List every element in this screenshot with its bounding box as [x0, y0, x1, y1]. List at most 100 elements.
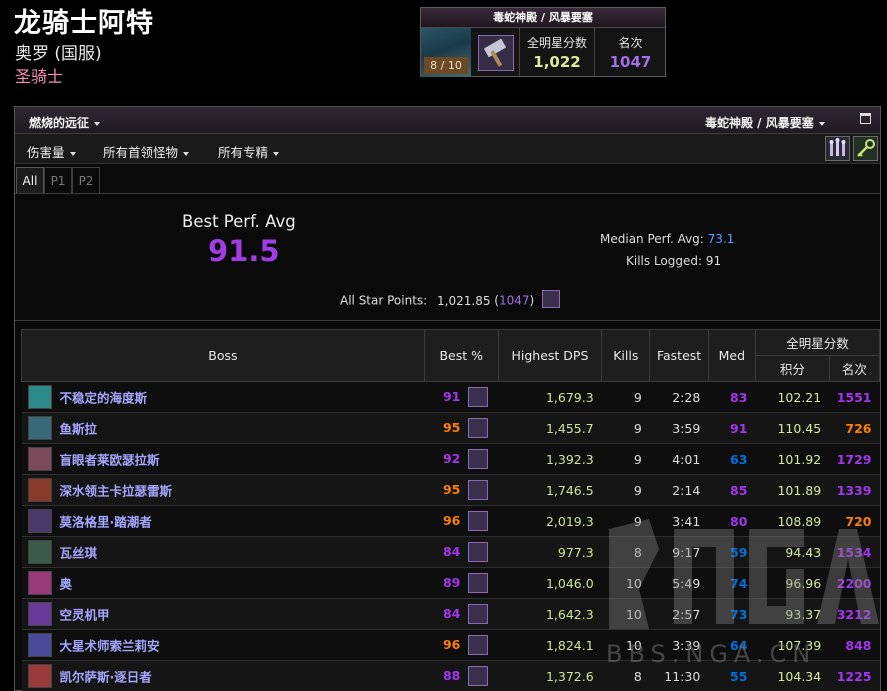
boss-cell[interactable]: 空灵机甲 [21, 598, 425, 630]
gem-icon[interactable] [468, 387, 489, 407]
allstar-points: 101.89 [755, 474, 830, 506]
window-icon[interactable] [860, 113, 871, 124]
allstar-rank: 3212 [829, 598, 880, 630]
key-icon[interactable] [853, 136, 878, 161]
col-med[interactable]: Med [707, 329, 756, 382]
col-best[interactable]: Best % [423, 329, 499, 382]
boss-name[interactable]: 莫洛格里·踏潮者 [60, 515, 152, 530]
boss-rankings-table: Boss Best % Highest DPS Kills Fastest Me… [21, 329, 881, 691]
gem-icon[interactable] [468, 449, 489, 469]
raid-summary-title: 毒蛇神殿 / 风暴要塞 [421, 8, 665, 28]
fastest: 3:59 [649, 412, 709, 444]
allstar-score-value: 1,022 [533, 53, 581, 71]
median-perf-value: 73.1 [707, 232, 735, 246]
boss-portrait-icon [27, 478, 52, 502]
boss-cell[interactable]: 鱼斯拉 [21, 412, 425, 444]
table-row[interactable]: 莫洛格里·踏潮者 96 2,019.3 9 3:41 80 108.89 720 [21, 505, 880, 537]
allstar-points: 93.37 [755, 598, 830, 630]
gem-icon [542, 290, 561, 308]
allstar-points: All Star Points: 1,021.85 (1047) [340, 290, 561, 310]
col-points[interactable]: 积分 [754, 355, 830, 382]
boss-cell[interactable]: 瓦丝琪 [21, 536, 425, 568]
gem-icon[interactable] [468, 418, 489, 438]
gem-icon[interactable] [468, 666, 489, 686]
col-kills[interactable]: Kills [601, 329, 651, 382]
chevron-down-icon [69, 151, 76, 156]
gem-icon[interactable] [468, 573, 489, 593]
boss-portrait-icon [27, 540, 52, 564]
table-row[interactable]: 瓦丝琪 84 977.3 8 9:17 59 94.43 1534 [21, 536, 880, 568]
gem-icon[interactable] [468, 480, 489, 500]
boss-filter-label: 所有首领怪物 [103, 145, 179, 160]
highest-dps: 1,455.7 [498, 412, 602, 444]
gem-icon[interactable] [468, 511, 489, 531]
best-percent: 96 [442, 636, 461, 652]
best-cell: 92 [424, 443, 499, 475]
median: 73 [708, 598, 756, 630]
col-dps[interactable]: Highest DPS [497, 329, 603, 382]
boss-cell[interactable]: 盲眼者莱欧瑟拉斯 [21, 443, 425, 475]
table-row[interactable]: 深水领主卡拉瑟雷斯 95 1,746.5 9 2:14 85 101.89 1339 [21, 474, 880, 506]
best-perf-label: Best Perf. Avg [182, 212, 296, 231]
metric-dropdown[interactable]: 伤害量 [27, 142, 76, 161]
boss-cell[interactable]: 不稳定的海度斯 [21, 381, 425, 413]
boss-name[interactable]: 鱼斯拉 [60, 422, 98, 437]
hammer-icon [478, 35, 514, 71]
boss-cell[interactable]: 奥 [21, 567, 425, 599]
tab-p2[interactable]: P2 [72, 167, 100, 193]
col-rank[interactable]: 名次 [828, 355, 881, 382]
tab-p1[interactable]: P1 [44, 167, 72, 193]
kills: 8 [601, 536, 650, 568]
boss-name[interactable]: 盲眼者莱欧瑟拉斯 [60, 453, 160, 468]
boss-name[interactable]: 空灵机甲 [60, 608, 110, 623]
boss-cell[interactable]: 凯尔萨斯·逐日者 [21, 660, 425, 691]
gem-icon[interactable] [468, 542, 489, 562]
allstar-rank-value: 1047 [609, 53, 652, 71]
gem-icon[interactable] [468, 635, 489, 655]
allstar-rank: 1551 [829, 381, 880, 413]
table-row[interactable]: 奥 89 1,046.0 10 5:49 74 96.96 2200 [21, 567, 880, 599]
boss-cell[interactable]: 大星术师索兰莉安 [21, 629, 425, 661]
group-icon[interactable] [825, 136, 850, 161]
table-row[interactable]: 不稳定的海度斯 91 1,679.3 9 2:28 83 102.21 1551 [21, 381, 880, 413]
highest-dps: 1,046.0 [498, 567, 602, 599]
fastest: 5:49 [649, 567, 709, 599]
boss-cell[interactable]: 深水领主卡拉瑟雷斯 [21, 474, 425, 506]
boss-name[interactable]: 深水领主卡拉瑟雷斯 [60, 484, 173, 499]
tab-all[interactable]: All [16, 167, 44, 193]
character-realm: 奥罗 (国服) [15, 44, 102, 64]
boss-name[interactable]: 凯尔萨斯·逐日者 [60, 670, 152, 685]
best-percent: 96 [442, 512, 461, 528]
raid-summary-card[interactable]: 毒蛇神殿 / 风暴要塞 8 / 10 全明星分数 1,022 名次 1047 [420, 7, 666, 77]
median: 74 [708, 567, 756, 599]
raid-thumbnail: 8 / 10 [421, 28, 471, 77]
table-row[interactable]: 盲眼者莱欧瑟拉斯 92 1,392.3 9 4:01 63 101.92 1729 [21, 443, 880, 475]
boss-dropdown[interactable]: 所有首领怪物 [103, 142, 190, 161]
boss-name[interactable]: 瓦丝琪 [60, 546, 98, 561]
boss-name[interactable]: 大星术师索兰莉安 [60, 639, 160, 654]
zone-dropdown[interactable]: 毒蛇神殿 / 风暴要塞 [705, 114, 825, 131]
col-boss[interactable]: Boss [21, 329, 425, 382]
boss-portrait-icon [27, 664, 52, 688]
expansion-dropdown[interactable]: 燃烧的远征 [29, 114, 101, 131]
fastest: 4:01 [649, 443, 709, 475]
spec-dropdown[interactable]: 所有专精 [218, 142, 280, 161]
boss-portrait-icon [27, 633, 52, 657]
kills-logged: Kills Logged: 91 [626, 254, 721, 268]
median-perf-label: Median Perf. Avg: [600, 232, 704, 246]
filter-bar: 伤害量 所有首领怪物 所有专精 [15, 134, 880, 164]
table-row[interactable]: 鱼斯拉 95 1,455.7 9 3:59 91 110.45 726 [21, 412, 880, 444]
kills: 9 [601, 505, 650, 537]
best-cell: 91 [424, 381, 499, 413]
boss-name[interactable]: 不稳定的海度斯 [60, 391, 148, 406]
best-percent: 84 [442, 543, 461, 559]
boss-name[interactable]: 奥 [60, 577, 73, 592]
highest-dps: 1,746.5 [498, 474, 602, 506]
gem-icon[interactable] [468, 604, 489, 624]
boss-cell[interactable]: 莫洛格里·踏潮者 [21, 505, 425, 537]
best-cell: 88 [424, 660, 499, 691]
col-fastest[interactable]: Fastest [649, 329, 709, 382]
boss-portrait-icon [27, 509, 52, 533]
table-row[interactable]: 空灵机甲 84 1,642.3 10 2:57 73 93.37 3212 [21, 598, 880, 630]
allstar-points: 101.92 [755, 443, 830, 475]
